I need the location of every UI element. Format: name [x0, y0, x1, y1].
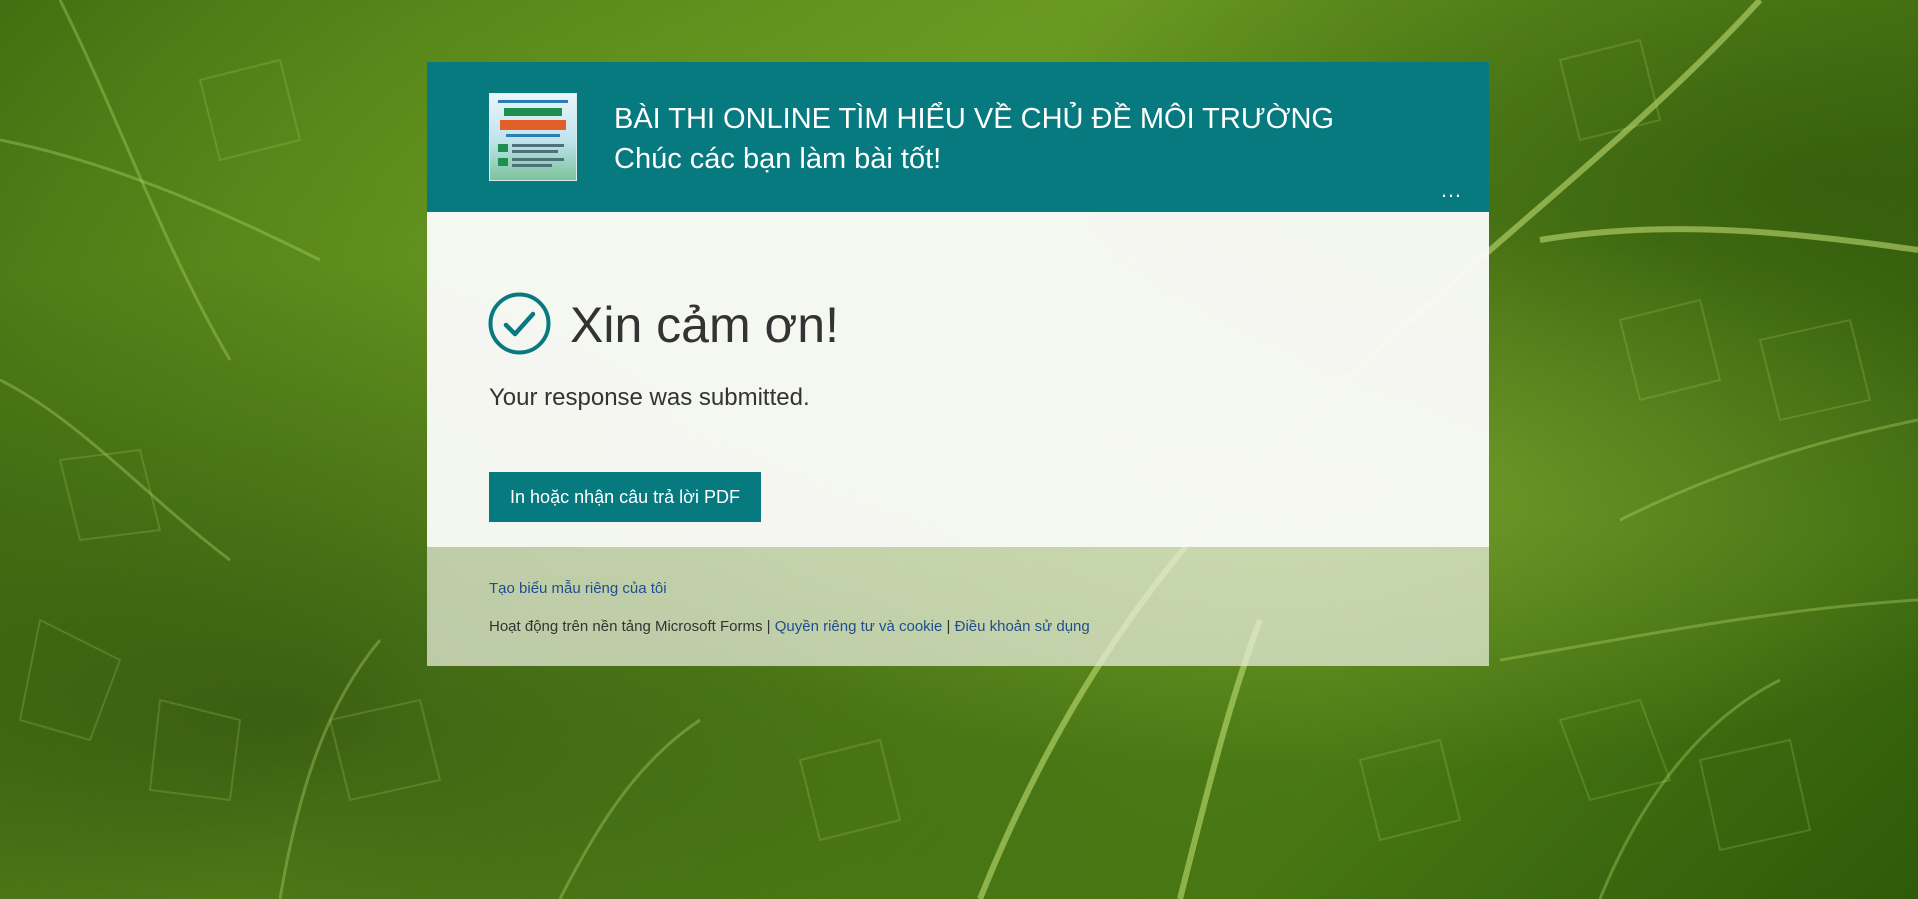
form-card: BÀI THI ONLINE TÌM HIỂU VỀ CHỦ ĐỀ MÔI TR… [427, 62, 1489, 666]
more-options-button[interactable]: … [1440, 179, 1463, 201]
footer-separator: | [946, 618, 951, 635]
powered-by-text: Hoạt động trên nền tảng Microsoft Forms [489, 618, 763, 635]
checkmark-circle-icon [488, 292, 551, 355]
print-pdf-button[interactable]: In hoặc nhận câu trả lời PDF [489, 472, 761, 522]
terms-of-use-link[interactable]: Điều khoản sử dụng [955, 618, 1090, 635]
footer-legal-line: Hoạt động trên nền tảng Microsoft Forms … [489, 617, 1090, 637]
form-subtitle: Chúc các bạn làm bài tốt! [614, 143, 942, 175]
privacy-cookies-link[interactable]: Quyền riêng tư và cookie [775, 618, 943, 635]
form-title: BÀI THI ONLINE TÌM HIỂU VỀ CHỦ ĐỀ MÔI TR… [614, 103, 1334, 135]
create-own-form-link[interactable]: Tạo biểu mẫu riêng của tôi [489, 579, 667, 599]
submission-message: Your response was submitted. [489, 384, 810, 411]
form-logo-image [489, 93, 577, 181]
footer-separator: | [766, 618, 771, 635]
form-header: BÀI THI ONLINE TÌM HIỂU VỀ CHỦ ĐỀ MÔI TR… [427, 62, 1489, 212]
form-footer: Tạo biểu mẫu riêng của tôi Hoạt động trê… [427, 547, 1489, 666]
confirmation-panel: Xin cảm ơn! Your response was submitted.… [427, 212, 1489, 547]
thank-you-heading: Xin cảm ơn! [570, 297, 839, 353]
